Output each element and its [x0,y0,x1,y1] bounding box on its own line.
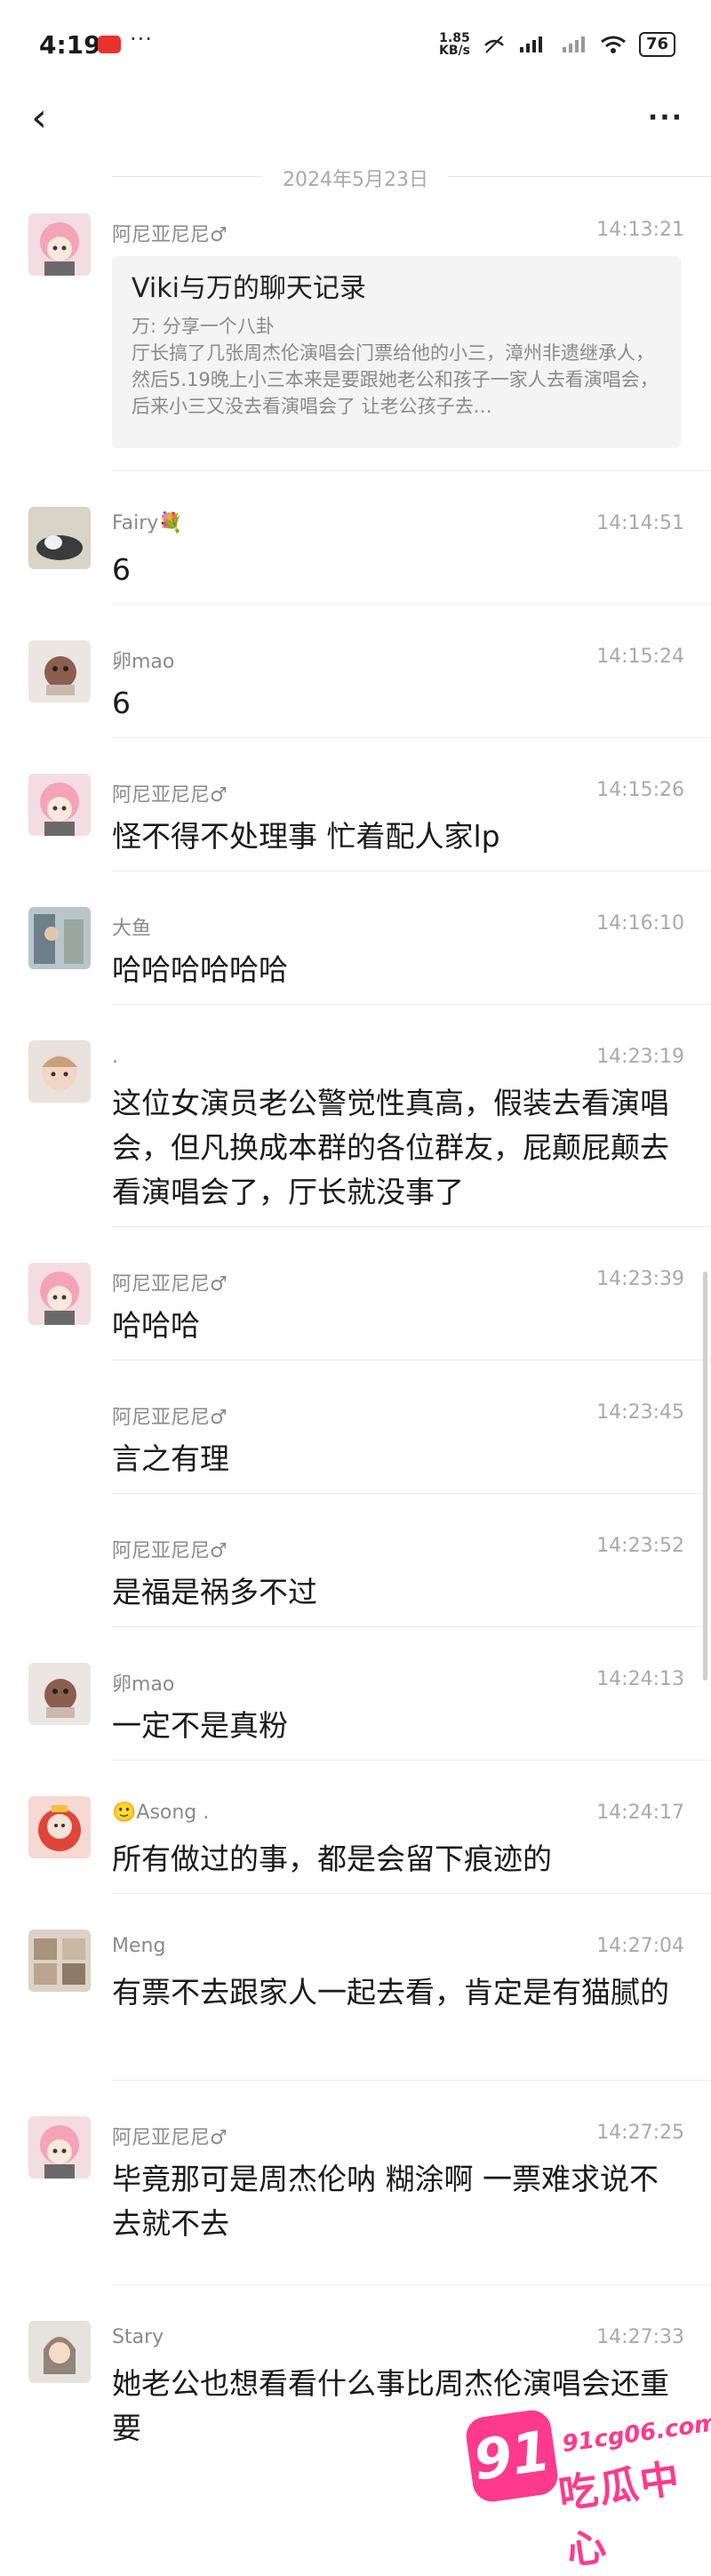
sender-name: Fairy💐 [112,512,183,534]
message-item: 阿尼亚尼尼♂ 14:23:45 言之有理 [0,1360,711,1494]
message-text: 一定不是真粉 [112,1708,288,1743]
message-item: 阿尼亚尼尼♂ 14:23:39 哈哈哈 [0,1227,711,1360]
message-item: 阿尼亚尼尼♂ 14:13:21 Viki与万的聊天记录 万: 分享一个八卦 厅长… [0,205,711,471]
message-time: 14:27:25 [596,2122,684,2144]
message-item: Fairy💐 14:14:51 6 [0,471,711,605]
date-line-right [448,176,711,177]
sender-name: 阿尼亚尼尼♂ [112,2127,228,2149]
watermark-logo: 91 91cg06.com 吃瓜中心 [463,2401,711,2574]
more-notifications-icon: ··· [130,27,153,52]
message-time: 14:15:26 [596,779,684,801]
card-description: 厅长搞了几张周杰伦演唱会门票给他的小三，漳州非遗继承人，然后5.19晚上小三本来… [132,342,659,417]
avatar[interactable] [28,1796,91,1858]
avatar[interactable] [28,907,91,969]
message-text: 所有做过的事，都是会留下痕迹的 [112,1842,552,1876]
no-wifi-calling-icon [484,36,504,53]
status-time: 4:19 [39,30,101,60]
network-speed: 1.85 KB/s [438,31,470,58]
message-text: 是福是祸多不过 [112,1575,317,1609]
message-text: 哈哈哈哈哈哈 [112,952,288,987]
message-time: 14:24:17 [596,1802,684,1824]
avatar[interactable] [28,774,91,836]
message-item: 阿尼亚尼尼♂ 14:23:52 是福是祸多不过 [0,1494,711,1627]
message-time: 14:24:13 [596,1668,684,1690]
message-text: 6 [112,686,131,720]
message-item: 阿尼亚尼尼♂ 14:15:26 怪不得不处理事 忙着配人家lp [0,738,711,871]
message-item: 阿尼亚尼尼♂ 14:27:25 毕竟那可是周杰伦呐 糊涂啊 一票难求说不去就不去 [0,2081,711,2285]
avatar[interactable] [28,1040,91,1103]
date-separator: 2024年5月23日 [0,160,711,196]
message-time: 14:27:04 [596,1935,684,1957]
signal-icon [562,36,585,52]
avatar[interactable] [28,640,91,702]
message-item: 🙂Asong . 14:24:17 所有做过的事，都是会留下痕迹的 [0,1761,711,1894]
avatar[interactable] [28,1930,91,1992]
sender-name: 卵mao [112,651,175,673]
sender-name: 阿尼亚尼尼♂ [112,1407,228,1429]
sender-name: 阿尼亚尼尼♂ [112,784,228,807]
sender-name: . [112,1046,118,1068]
sender-name: Stary [112,2326,164,2348]
watermark-91-icon: 91 [463,2407,561,2505]
avatar[interactable] [28,2321,91,2383]
battery-icon: 76 [638,32,675,57]
message-time: 14:13:21 [596,219,684,241]
back-arrow-icon: ‹ [31,94,47,140]
message-item: . 14:23:19 这位女演员老公警觉性真高，假装去看演唱会，但凡换成本群的各… [0,1005,711,1227]
card-title: Viki与万的聊天记录 [132,273,366,304]
message-time: 14:15:24 [596,646,684,668]
signal-hd-icon [519,36,542,52]
message-time: 14:23:39 [596,1268,684,1290]
avatar[interactable] [28,213,91,276]
message-time: 14:27:33 [596,2326,684,2348]
message-item: 大鱼 14:16:10 哈哈哈哈哈哈 [0,871,711,1005]
message-item: 卵mao 14:24:13 一定不是真粉 [0,1627,711,1761]
sender-name: Meng [112,1935,166,1957]
sender-name: 阿尼亚尼尼♂ [112,224,228,246]
avatar[interactable] [28,1663,91,1725]
message-text: 毕竟那可是周杰伦呐 糊涂啊 一票难求说不去就不去 [112,2162,659,2241]
avatar[interactable] [28,1263,91,1325]
avatar[interactable] [28,507,91,569]
avatar[interactable] [28,2116,91,2179]
status-indicators: 1.85 KB/s 76 [439,32,675,57]
card-subtitle: 万: 分享一个八卦 [132,316,275,337]
message-time: 14:14:51 [596,512,684,534]
wifi-icon [601,36,626,53]
message-text: 有票不去跟家人一起去看，肯定是有猫腻的 [112,1975,669,2010]
message-time: 14:23:52 [596,1535,684,1557]
app-notification-icon [98,36,121,53]
date-label: 2024年5月23日 [283,169,428,191]
sender-name: 阿尼亚尼尼♂ [112,1273,228,1296]
message-text: 言之有理 [112,1441,229,1476]
message-text: 6 [112,552,131,587]
scrollbar-thumb[interactable] [703,1272,707,1681]
back-button[interactable]: ‹ [21,92,57,142]
message-text: 哈哈哈 [112,1308,200,1343]
watermark-text: 吃瓜中心 [555,2455,684,2574]
chat-record-card[interactable]: Viki与万的聊天记录 万: 分享一个八卦 厅长搞了几张周杰伦演唱会门票给他的小… [112,256,681,448]
message-item: 卵mao 14:15:24 6 [0,605,711,738]
message-item: Meng 14:27:04 有票不去跟家人一起去看，肯定是有猫腻的 [0,1894,711,2081]
status-bar: 4:19 ··· 1.85 KB/s 76 [0,0,711,89]
message-time: 14:16:10 [596,912,684,935]
sender-name: 🙂Asong . [112,1802,210,1824]
sender-name: 卵mao [112,1673,175,1696]
message-text: 这位女演员老公警觉性真高，假装去看演唱会，但凡换成本群的各位群友，屁颠屁颠去看演… [112,1086,669,1209]
sender-name: 阿尼亚尼尼♂ [112,1540,228,1562]
more-dots-icon: ··· [647,101,684,133]
message-time: 14:23:19 [596,1046,684,1068]
more-options-button[interactable]: ··· [643,92,688,142]
message-time: 14:23:45 [596,1401,684,1424]
message-text: 怪不得不处理事 忙着配人家lp [112,819,500,854]
sender-name: 大鱼 [112,918,152,940]
